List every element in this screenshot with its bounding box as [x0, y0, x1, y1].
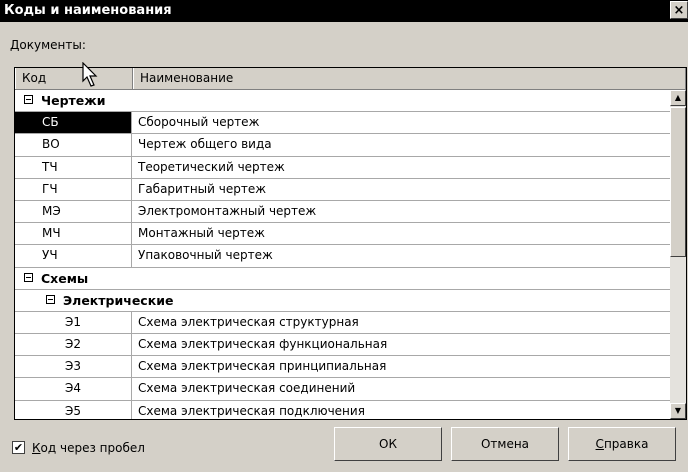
code-cell[interactable]: МЧ [15, 223, 132, 245]
table-row[interactable]: Э4 Схема электрическая соединений [15, 378, 670, 401]
code-cell[interactable]: ГЧ [15, 178, 132, 200]
name-cell[interactable]: Габаритный чертеж [132, 179, 266, 200]
table-row[interactable]: Э3 Схема электрическая принципиальная [15, 356, 670, 379]
code-cell[interactable]: СБ [15, 112, 132, 134]
table-row[interactable]: ВО Чертеж общего вида [15, 134, 670, 157]
group-title: Электрические [63, 292, 174, 308]
name-cell[interactable]: Электромонтажный чертеж [132, 201, 316, 222]
code-cell[interactable]: УЧ [15, 245, 132, 267]
name-cell[interactable]: Чертеж общего вида [132, 134, 272, 155]
vertical-scrollbar[interactable]: ▲ ▼ [670, 90, 686, 419]
tree-subgroup-row[interactable]: Электрические [15, 290, 670, 312]
scroll-up-button[interactable]: ▲ [670, 90, 686, 106]
name-cell[interactable]: Сборочный чертеж [132, 112, 259, 133]
table-row[interactable]: Э1 Схема электрическая структурная [15, 311, 670, 335]
code-cell[interactable]: Э2 [15, 334, 132, 356]
grid-header: Код Наименование [15, 68, 686, 90]
tree-group-row[interactable]: Чертежи [15, 90, 670, 113]
code-cell[interactable]: ВО [15, 134, 132, 156]
table-row[interactable]: ТЧ Теоретический чертеж [15, 156, 670, 179]
group-title: Схемы [41, 270, 89, 286]
mouse-pointer-icon [82, 62, 98, 87]
code-cell[interactable]: Э3 [15, 356, 132, 378]
table-row[interactable]: Э2 Схема электрическая функциональная [15, 334, 670, 357]
table-row[interactable]: МЭ Электромонтажный чертеж [15, 200, 670, 224]
code-cell[interactable]: Э5 [15, 400, 132, 419]
checkbox-box[interactable]: ✔ [12, 441, 25, 454]
collapse-toggle-icon[interactable] [24, 95, 33, 104]
close-button[interactable]: × [670, 1, 688, 19]
scroll-down-button[interactable]: ▼ [670, 403, 686, 419]
cancel-button[interactable]: Отмена [451, 427, 559, 461]
documents-label: Документы: [10, 38, 86, 52]
table-row[interactable]: МЧ Монтажный чертеж [15, 223, 670, 246]
table-row-selected[interactable]: СБ Сборочный чертеж [15, 112, 670, 135]
table-row[interactable]: УЧ Упаковочный чертеж [15, 245, 670, 268]
code-cell[interactable]: ТЧ [15, 156, 132, 178]
name-cell[interactable]: Теоретический чертеж [132, 157, 285, 178]
table-row[interactable]: ГЧ Габаритный чертеж [15, 178, 670, 201]
help-button[interactable]: Справка [568, 427, 676, 461]
group-title: Чертежи [41, 93, 106, 108]
code-cell[interactable]: Э1 [15, 311, 132, 334]
table-row[interactable]: Э5 Схема электрическая подключения [15, 400, 670, 419]
name-cell[interactable]: Схема электрическая принципиальная [132, 356, 386, 377]
tree-group-row[interactable]: Схемы [15, 268, 670, 290]
column-header-name[interactable]: Наименование [133, 68, 686, 89]
column-header-code[interactable]: Код [15, 68, 133, 89]
name-cell[interactable]: Упаковочный чертеж [132, 245, 273, 266]
code-cell[interactable]: Э4 [15, 378, 132, 400]
name-cell[interactable]: Монтажный чертеж [132, 223, 265, 244]
name-cell[interactable]: Схема электрическая структурная [132, 312, 359, 333]
codes-grid: Код Наименование Чертежи СБ Сборочный черт… [14, 67, 687, 420]
collapse-toggle-icon[interactable] [46, 294, 55, 304]
scroll-thumb[interactable] [670, 107, 686, 257]
title-bar: Коды и наименования × [0, 0, 688, 22]
grid-body: Чертежи СБ Сборочный чертеж ВО Чертеж общего… [15, 90, 670, 419]
window-title: Коды и наименования [4, 3, 172, 18]
code-cell[interactable]: МЭ [15, 200, 132, 223]
name-cell[interactable]: Схема электрическая подключения [132, 401, 365, 419]
name-cell[interactable]: Схема электрическая соединений [132, 378, 355, 399]
ok-button[interactable]: ОК [334, 427, 442, 461]
collapse-toggle-icon[interactable] [24, 272, 33, 282]
checkbox-label[interactable]: Код через пробел [32, 440, 145, 456]
name-cell[interactable]: Схема электрическая функциональная [132, 334, 387, 355]
